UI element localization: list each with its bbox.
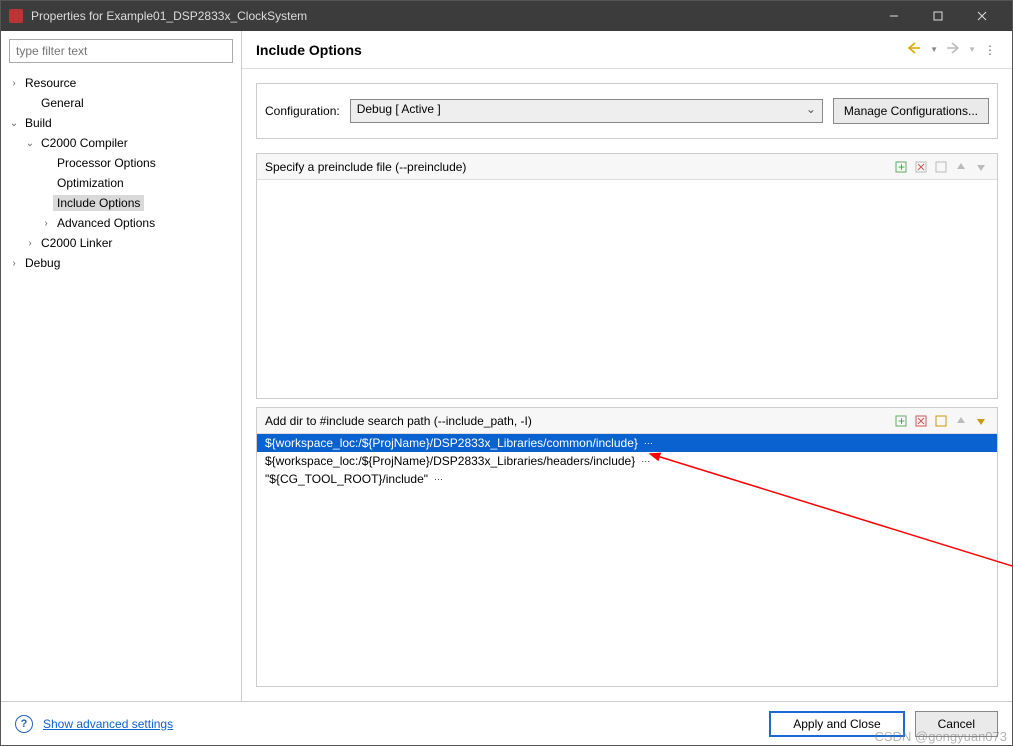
window-title: Properties for Example01_DSP2833x_ClockS… (31, 9, 307, 23)
chevron-right-icon: › (23, 238, 37, 249)
titlebar: Properties for Example01_DSP2833x_ClockS… (1, 1, 1012, 31)
chevron-down-icon: ⌄ (23, 138, 37, 149)
move-down-icon[interactable] (973, 159, 989, 175)
app-icon (9, 9, 23, 23)
tree-item-optimization[interactable]: Optimization (1, 173, 241, 193)
maximize-button[interactable] (916, 1, 960, 31)
nav-back-button[interactable] (906, 40, 924, 59)
list-item[interactable]: ${workspace_loc:/${ProjName}/DSP2833x_Li… (257, 452, 997, 470)
tree-item-include-options[interactable]: Include Options (1, 193, 241, 213)
tree-item-debug[interactable]: ›Debug (1, 253, 241, 273)
list-item[interactable]: ${workspace_loc:/${ProjName}/DSP2833x_Li… (257, 434, 997, 452)
more-icon: ⋯ (639, 456, 652, 467)
include-path-list: ${workspace_loc:/${ProjName}/DSP2833x_Li… (257, 434, 997, 686)
configuration-dropdown[interactable]: Debug [ Active ] ⌄ (350, 99, 823, 123)
chevron-down-icon: ⌄ (806, 102, 816, 116)
add-icon[interactable]: + (893, 159, 909, 175)
footer: ? Show advanced settings Apply and Close… (1, 701, 1012, 745)
cancel-button[interactable]: Cancel (915, 711, 998, 737)
filter-input[interactable] (9, 39, 233, 63)
help-icon[interactable]: ? (15, 715, 33, 733)
main-panel: Include Options ▼ ▼ ⋮ Configuration: Deb… (242, 31, 1012, 701)
edit-icon[interactable] (933, 413, 949, 429)
tree-item-resource[interactable]: ›Resource (1, 73, 241, 93)
configuration-label: Configuration: (265, 104, 340, 118)
sidebar: ›Resource General ⌄Build ⌄C2000 Compiler… (1, 31, 242, 701)
configuration-row: Configuration: Debug [ Active ] ⌄ Manage… (256, 83, 998, 139)
view-menu-icon[interactable]: ⋮ (982, 41, 998, 59)
nav-back-menu[interactable]: ▼ (928, 43, 940, 56)
tree-item-c2000-compiler[interactable]: ⌄C2000 Compiler (1, 133, 241, 153)
move-up-icon[interactable] (953, 413, 969, 429)
manage-configurations-button[interactable]: Manage Configurations... (833, 98, 989, 124)
edit-icon[interactable] (933, 159, 949, 175)
chevron-right-icon: › (7, 78, 21, 89)
properties-dialog: Properties for Example01_DSP2833x_ClockS… (0, 0, 1013, 746)
svg-text:+: + (898, 414, 905, 428)
chevron-right-icon: › (7, 258, 21, 269)
more-icon: ⋯ (642, 438, 655, 449)
show-advanced-link[interactable]: Show advanced settings (43, 717, 173, 731)
delete-icon[interactable] (913, 159, 929, 175)
list-item[interactable]: "${CG_TOOL_ROOT}/include"⋯ (257, 470, 997, 488)
tree-item-advanced-options[interactable]: ›Advanced Options (1, 213, 241, 233)
delete-icon[interactable] (913, 413, 929, 429)
preinclude-list[interactable] (257, 180, 997, 398)
tree-item-build[interactable]: ⌄Build (1, 113, 241, 133)
nav-tree: ›Resource General ⌄Build ⌄C2000 Compiler… (1, 71, 241, 701)
include-path-panel: Add dir to #include search path (--inclu… (256, 407, 998, 687)
nav-forward-menu[interactable]: ▼ (966, 43, 978, 56)
page-title: Include Options (256, 42, 906, 58)
more-icon: ⋯ (432, 474, 445, 485)
add-icon[interactable]: + (893, 413, 909, 429)
tree-item-c2000-linker[interactable]: ›C2000 Linker (1, 233, 241, 253)
minimize-button[interactable] (872, 1, 916, 31)
chevron-down-icon: ⌄ (7, 118, 21, 129)
tree-item-processor-options[interactable]: Processor Options (1, 153, 241, 173)
move-down-icon[interactable] (973, 413, 989, 429)
svg-text:+: + (898, 160, 905, 174)
chevron-right-icon: › (39, 218, 53, 229)
close-button[interactable] (960, 1, 1004, 31)
apply-and-close-button[interactable]: Apply and Close (769, 711, 904, 737)
preinclude-label: Specify a preinclude file (--preinclude) (265, 160, 893, 174)
preinclude-panel: Specify a preinclude file (--preinclude)… (256, 153, 998, 399)
include-path-label: Add dir to #include search path (--inclu… (265, 414, 893, 428)
nav-forward-button[interactable] (944, 40, 962, 59)
move-up-icon[interactable] (953, 159, 969, 175)
tree-item-general[interactable]: General (1, 93, 241, 113)
